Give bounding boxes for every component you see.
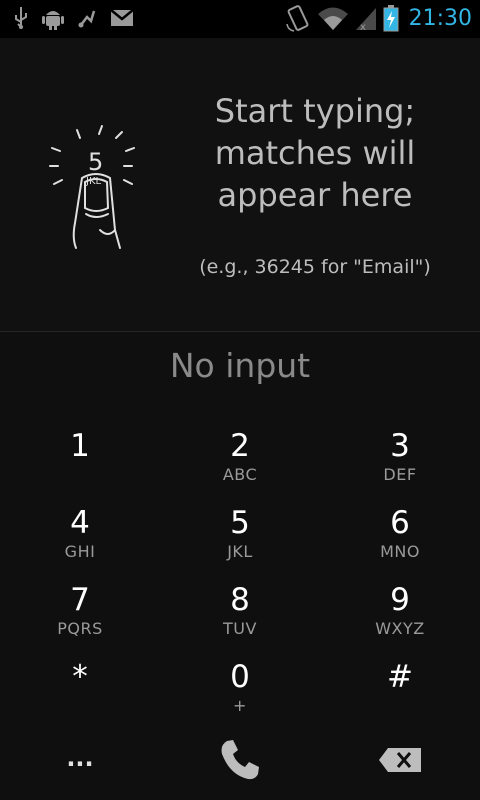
key-letters: DEF: [383, 465, 417, 484]
svg-text:x: x: [360, 22, 366, 31]
key-8[interactable]: 8 TUV: [160, 574, 320, 650]
key-letters: JKL: [227, 542, 253, 561]
key-number: 1: [70, 428, 90, 464]
key-0[interactable]: 0 +: [160, 651, 320, 727]
status-clock: 21:30: [408, 5, 472, 31]
finger-tap-icon: 5 JKL: [40, 118, 150, 262]
android-debug-icon: [42, 6, 64, 30]
key-number: #: [387, 659, 413, 695]
rotation-lock-icon: [285, 4, 311, 32]
battery-charging-icon: [383, 4, 399, 32]
key-letters: GHI: [64, 542, 96, 561]
key-2[interactable]: 2 ABC: [160, 420, 320, 496]
key-1[interactable]: 1: [0, 420, 160, 496]
key-pound[interactable]: #: [320, 651, 480, 727]
phone-icon: [217, 737, 263, 787]
usb-icon: [14, 6, 28, 30]
call-button[interactable]: [160, 724, 320, 800]
key-letters: MNO: [380, 542, 420, 561]
finger-digit: 5: [88, 148, 103, 176]
key-number: 6: [390, 505, 410, 541]
key-4[interactable]: 4 GHI: [0, 497, 160, 573]
wifi-icon: [317, 5, 349, 31]
key-3[interactable]: 3 DEF: [320, 420, 480, 496]
key-number: 7: [70, 582, 90, 618]
key-number: *: [72, 659, 88, 695]
hint-title: Start typing; matches will appear here: [214, 92, 416, 214]
key-number: 4: [70, 505, 90, 541]
delete-button[interactable]: [320, 724, 480, 800]
signal-icon: x: [355, 5, 377, 31]
key-7[interactable]: 7 PQRS: [0, 574, 160, 650]
overflow-menu-label: ...: [66, 744, 94, 772]
key-number: 9: [390, 582, 410, 618]
key-number: 5: [230, 505, 250, 541]
key-letters: PQRS: [57, 619, 103, 638]
key-number: 8: [230, 582, 250, 618]
key-letters: WXYZ: [375, 619, 425, 638]
key-6[interactable]: 6 MNO: [320, 497, 480, 573]
dialpad-action-bar: ...: [0, 724, 480, 800]
key-letters: +: [233, 696, 247, 715]
key-5[interactable]: 5 JKL: [160, 497, 320, 573]
status-bar: x 21:30: [0, 0, 480, 38]
key-letters: ABC: [222, 465, 258, 484]
key-9[interactable]: 9 WXYZ: [320, 574, 480, 650]
backspace-icon: [378, 747, 422, 777]
overflow-menu-button[interactable]: ...: [0, 724, 160, 800]
digits-field[interactable]: No input: [0, 346, 480, 385]
key-letters: TUV: [223, 619, 257, 638]
key-star[interactable]: *: [0, 651, 160, 727]
dialpad-hint-panel: 5 JKL Start typing; matches will appear …: [0, 38, 480, 332]
transfer-icon: [78, 7, 96, 29]
gmail-icon: [110, 8, 134, 28]
key-number: 2: [230, 428, 250, 464]
key-number: 3: [390, 428, 410, 464]
key-number: 0: [230, 659, 250, 695]
hint-example: (e.g., 36245 for "Email"): [199, 256, 431, 278]
